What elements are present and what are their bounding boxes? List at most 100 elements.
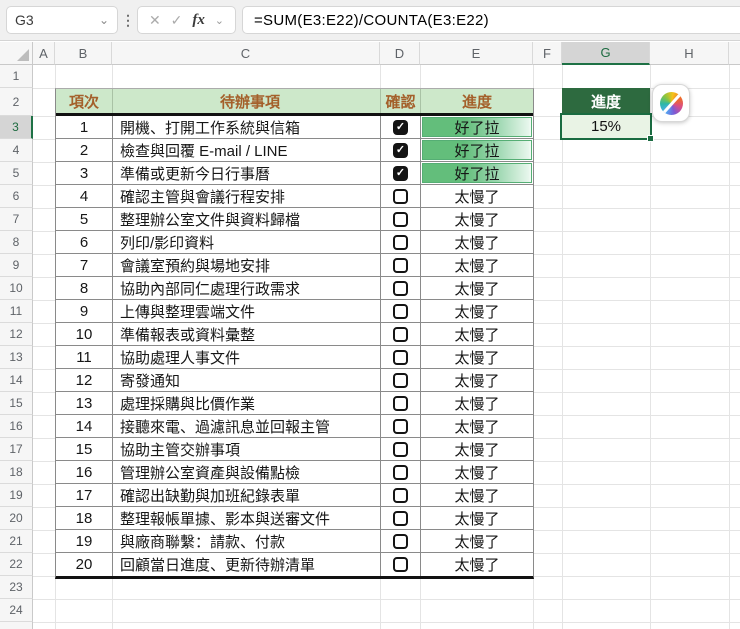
cell-progress[interactable]: 太慢了 [421, 438, 533, 460]
cell-task[interactable]: 處理採購與比價作業 [113, 392, 381, 414]
checkbox[interactable] [393, 510, 408, 526]
copilot-button[interactable] [652, 84, 690, 122]
cell-progress[interactable]: 太慢了 [421, 507, 533, 529]
row-header-1[interactable]: 1 [0, 65, 33, 88]
row-header-20[interactable]: 20 [0, 507, 33, 530]
checkbox[interactable]: ✓ [393, 119, 408, 135]
cell-item-number[interactable]: 5 [56, 208, 113, 230]
row-header-9[interactable]: 9 [0, 254, 33, 277]
row-header-13[interactable]: 13 [0, 346, 33, 369]
progress-summary-header-cell[interactable]: 進度 [562, 88, 650, 115]
row-header-2[interactable]: 2 [0, 88, 33, 116]
cell-progress[interactable]: 好了拉 [421, 139, 533, 161]
header-task[interactable]: 待辦事項 [113, 89, 381, 113]
row-header-21[interactable]: 21 [0, 530, 33, 553]
fill-handle[interactable] [647, 135, 654, 142]
cell-item-number[interactable]: 15 [56, 438, 113, 460]
row-header-23[interactable]: 23 [0, 576, 33, 599]
checkbox[interactable] [393, 280, 408, 296]
row-header-8[interactable]: 8 [0, 231, 33, 254]
checkbox[interactable] [393, 533, 408, 549]
cell-progress[interactable]: 太慢了 [421, 369, 533, 391]
cell-task[interactable]: 檢查與回覆 E-mail / LINE [113, 139, 381, 161]
column-header-H[interactable]: H [650, 42, 729, 65]
cell-item-number[interactable]: 16 [56, 461, 113, 483]
checkbox[interactable] [393, 418, 408, 434]
formula-bar-menu-dots-icon[interactable]: ⋮ [121, 6, 135, 34]
cell-item-number[interactable]: 10 [56, 323, 113, 345]
cell-progress[interactable]: 太慢了 [421, 553, 533, 576]
cell-task[interactable]: 準備或更新今日行事曆 [113, 162, 381, 184]
cell-item-number[interactable]: 9 [56, 300, 113, 322]
cell-task[interactable]: 回顧當日進度、更新待辦清單 [113, 553, 381, 576]
cell-task[interactable]: 整理報帳單據、影本與送審文件 [113, 507, 381, 529]
cell-item-number[interactable]: 19 [56, 530, 113, 552]
checkbox[interactable] [393, 372, 408, 388]
row-header-24[interactable]: 24 [0, 599, 33, 622]
column-header-G[interactable]: G [562, 42, 650, 65]
cell-task[interactable]: 準備報表或資料彙整 [113, 323, 381, 345]
formula-input[interactable]: =SUM(E3:E22)/COUNTA(E3:E22) [242, 6, 740, 34]
cancel-icon[interactable]: ✕ [149, 12, 161, 29]
row-header-16[interactable]: 16 [0, 415, 33, 438]
cell-progress[interactable]: 太慢了 [421, 208, 533, 230]
cell-progress[interactable]: 太慢了 [421, 346, 533, 368]
insert-function-icon[interactable]: fx [192, 12, 205, 29]
cell-task[interactable]: 協助主管交辦事項 [113, 438, 381, 460]
cell-progress[interactable]: 太慢了 [421, 323, 533, 345]
selected-cell-g3[interactable]: 15% [560, 113, 654, 142]
row-header-5[interactable]: 5 [0, 162, 33, 185]
cell-progress[interactable]: 好了拉 [421, 162, 533, 184]
cell-task[interactable]: 上傳與整理雲端文件 [113, 300, 381, 322]
cell-item-number[interactable]: 12 [56, 369, 113, 391]
cell-progress[interactable]: 好了拉 [421, 116, 533, 138]
cell-item-number[interactable]: 14 [56, 415, 113, 437]
cell-item-number[interactable]: 6 [56, 231, 113, 253]
name-box[interactable]: G3 ⌄ [6, 6, 118, 34]
cell-progress[interactable]: 太慢了 [421, 530, 533, 552]
select-all-corner[interactable] [0, 42, 33, 65]
cell-item-number[interactable]: 20 [56, 553, 113, 576]
header-confirm[interactable]: 確認 [381, 89, 421, 113]
checkbox[interactable] [393, 234, 408, 250]
column-header-F[interactable]: F [533, 42, 562, 65]
cell-progress[interactable]: 太慢了 [421, 277, 533, 299]
cell-progress[interactable]: 太慢了 [421, 254, 533, 276]
cell-progress[interactable]: 太慢了 [421, 231, 533, 253]
header-progress[interactable]: 進度 [421, 89, 533, 113]
checkbox[interactable] [393, 395, 408, 411]
row-header-17[interactable]: 17 [0, 438, 33, 461]
cell-item-number[interactable]: 4 [56, 185, 113, 207]
column-header-D[interactable]: D [380, 42, 420, 65]
cell-task[interactable]: 列印/影印資料 [113, 231, 381, 253]
row-header-12[interactable]: 12 [0, 323, 33, 346]
column-header-A[interactable]: A [33, 42, 55, 65]
checkbox[interactable] [393, 441, 408, 457]
row-header-19[interactable]: 19 [0, 484, 33, 507]
cell-task[interactable]: 會議室預約與場地安排 [113, 254, 381, 276]
cell-item-number[interactable]: 1 [56, 116, 113, 138]
cell-task[interactable]: 接聽來電、過濾訊息並回報主管 [113, 415, 381, 437]
checkbox[interactable] [393, 303, 408, 319]
cell-task[interactable]: 確認主管與會議行程安排 [113, 185, 381, 207]
checkbox[interactable] [393, 487, 408, 503]
cell-task[interactable]: 管理辦公室資產與設備點檢 [113, 461, 381, 483]
cell-progress[interactable]: 太慢了 [421, 461, 533, 483]
cell-task[interactable]: 整理辦公室文件與資料歸檔 [113, 208, 381, 230]
row-header-6[interactable]: 6 [0, 185, 33, 208]
cell-item-number[interactable]: 11 [56, 346, 113, 368]
cell-item-number[interactable]: 3 [56, 162, 113, 184]
cell-item-number[interactable]: 2 [56, 139, 113, 161]
row-header-4[interactable]: 4 [0, 139, 33, 162]
checkbox[interactable]: ✓ [393, 142, 408, 158]
row-header-15[interactable]: 15 [0, 392, 33, 415]
cell-progress[interactable]: 太慢了 [421, 392, 533, 414]
cell-progress[interactable]: 太慢了 [421, 300, 533, 322]
cell-item-number[interactable]: 7 [56, 254, 113, 276]
checkbox[interactable] [393, 257, 408, 273]
row-header-3[interactable]: 3 [0, 116, 33, 139]
checkbox[interactable]: ✓ [393, 165, 408, 181]
cell-item-number[interactable]: 13 [56, 392, 113, 414]
column-header-C[interactable]: C [112, 42, 380, 65]
row-header-10[interactable]: 10 [0, 277, 33, 300]
